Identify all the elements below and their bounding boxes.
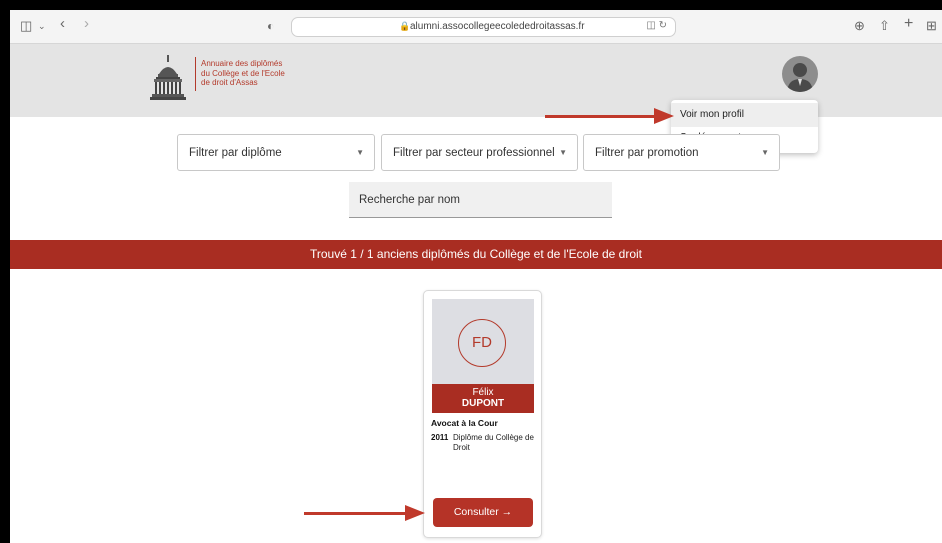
alumni-first-name: Félix xyxy=(472,387,494,398)
tab-overview-icon[interactable]: ⊞ xyxy=(926,18,937,34)
filter-diplome-select[interactable]: Filtrer par diplôme ▼ xyxy=(177,134,375,171)
filter-secteur-select[interactable]: Filtrer par secteur professionnel ▼ xyxy=(381,134,578,171)
browser-toolbar: ◫ ⌄ ‹ › ◐ 🔒 alumni.assocollegeecolededro… xyxy=(10,10,942,44)
back-icon[interactable]: ‹ xyxy=(60,16,65,32)
site-title-line-3: de droit d'Assas xyxy=(201,78,258,87)
profile-photo-placeholder: FD xyxy=(432,299,534,384)
user-avatar[interactable] xyxy=(782,56,818,92)
translate-reload-icons[interactable]: ◫ ↻ xyxy=(646,20,667,31)
pantheon-logo[interactable] xyxy=(148,54,188,104)
new-tab-icon[interactable]: + xyxy=(904,16,913,32)
forward-icon[interactable]: › xyxy=(84,16,89,32)
chevron-down-icon: ▼ xyxy=(559,148,567,157)
logo-divider xyxy=(195,57,196,91)
address-bar[interactable]: 🔒 alumni.assocollegeecolededroitassas.fr… xyxy=(291,17,676,37)
download-icon[interactable]: ⊕ xyxy=(854,18,865,34)
alumni-name: Félix DUPONT xyxy=(432,384,534,413)
chevron-down-icon: ▼ xyxy=(761,148,769,157)
site-title-line-2: du Collège et de l'Ecole xyxy=(201,68,285,78)
user-silhouette-icon xyxy=(787,63,813,92)
share-icon[interactable]: ⇧ xyxy=(879,18,890,34)
chevron-down-icon: ▼ xyxy=(356,148,364,157)
url-text: alumni.assocollegeecolededroitassas.fr xyxy=(410,21,585,32)
chevron-down-icon[interactable]: ⌄ xyxy=(38,18,46,34)
annotation-arrow-shaft xyxy=(545,115,657,118)
initials-avatar: FD xyxy=(458,319,506,367)
diploma-name: Diplôme du Collège de Droit xyxy=(453,433,534,452)
search-name-input[interactable]: Recherche par nom xyxy=(349,182,612,218)
diploma-year: 2011 xyxy=(431,433,449,442)
sidebar-icon[interactable]: ◫ xyxy=(20,18,32,34)
lock-icon: 🔒 xyxy=(399,21,411,31)
annotation-arrow-head xyxy=(405,505,425,521)
filter-diplome-label: Filtrer par diplôme xyxy=(189,147,282,159)
consulter-button[interactable]: Consulter → xyxy=(433,498,533,527)
filter-promotion-label: Filtrer par promotion xyxy=(595,147,699,159)
alumni-card: FD Félix DUPONT Avocat à la Cour 2011 Di… xyxy=(423,290,542,538)
alumni-profession: Avocat à la Cour xyxy=(431,418,498,428)
filter-secteur-label: Filtrer par secteur professionnel xyxy=(393,147,555,159)
filter-promotion-select[interactable]: Filtrer par promotion ▼ xyxy=(583,134,780,171)
annotation-arrow-head xyxy=(654,108,674,124)
alumni-last-name: DUPONT xyxy=(461,398,505,409)
shield-icon[interactable]: ◐ xyxy=(267,18,274,34)
browser-window: ◫ ⌄ ‹ › ◐ 🔒 alumni.assocollegeecolededro… xyxy=(10,10,942,543)
menu-item-voir-profil[interactable]: Voir mon profil xyxy=(671,103,818,127)
results-count-banner: Trouvé 1 / 1 anciens diplômés du Collège… xyxy=(10,240,942,269)
site-title-line-1: Annuaire des diplômés xyxy=(201,59,283,68)
site-title[interactable]: Annuaire des diplômés du Collège et de l… xyxy=(201,59,311,88)
annotation-arrow-shaft xyxy=(304,512,407,515)
